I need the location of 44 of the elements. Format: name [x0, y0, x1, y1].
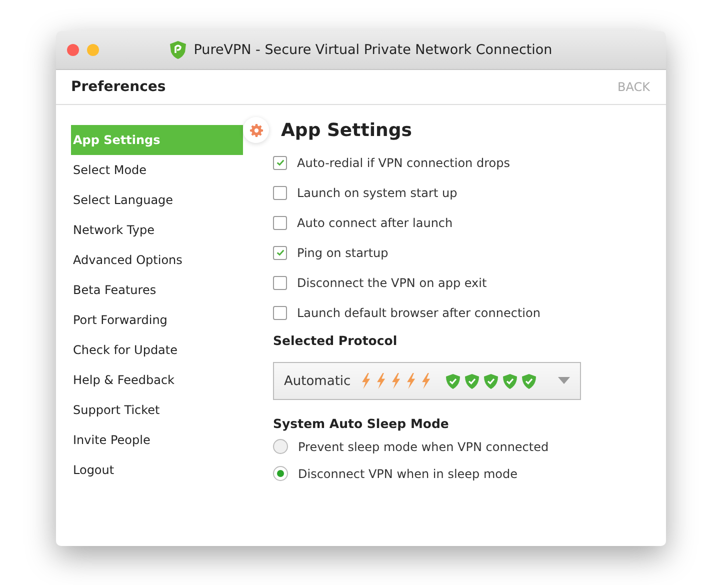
close-button[interactable] [67, 44, 79, 56]
checkbox[interactable] [273, 306, 287, 320]
option-label: Prevent sleep mode when VPN connected [298, 440, 549, 454]
shield-check-icon [465, 374, 479, 388]
checkbox[interactable] [273, 186, 287, 200]
section-heading: System Auto Sleep Mode [273, 416, 450, 431]
radio-button[interactable] [273, 466, 288, 481]
option-label: Auto connect after launch [297, 216, 453, 230]
sidebar-item[interactable]: Beta Features [71, 275, 243, 305]
shield-check-icon [446, 374, 460, 388]
checkbox[interactable] [273, 246, 287, 260]
option-label: Auto-redial if VPN connection drops [297, 156, 510, 170]
checkmark-icon [276, 158, 284, 167]
sidebar-item[interactable]: Select Mode [71, 155, 243, 185]
option-label: Disconnect the VPN on app exit [297, 276, 487, 290]
checkbox[interactable] [273, 216, 287, 230]
sidebar-item[interactable]: Help & Feedback [71, 365, 243, 395]
sidebar-item[interactable]: Invite People [71, 425, 243, 455]
option-label: Disconnect VPN when in sleep mode [298, 466, 518, 480]
section-heading: Selected Protocol [273, 333, 398, 348]
sidebar-item[interactable]: Logout [71, 455, 243, 485]
shield-check-icon [503, 374, 517, 388]
sidebar-item[interactable]: Port Forwarding [71, 305, 243, 335]
shield-check-icon [484, 374, 498, 388]
page-title: Preferences [71, 79, 166, 95]
checkbox[interactable] [273, 276, 287, 290]
option-label: Launch default browser after connection [297, 306, 540, 320]
window-title: PureVPN - Secure Virtual Private Network Connection [194, 42, 552, 58]
option-label: Launch on system start up [297, 186, 458, 200]
section-title: App Settings [281, 120, 412, 140]
sidebar-item[interactable]: Support Ticket [71, 395, 243, 425]
protocol-dropdown[interactable]: Automatic [273, 362, 581, 400]
gear-icon [243, 117, 269, 143]
shield-logo-icon [170, 41, 186, 59]
checkbox[interactable] [273, 156, 287, 170]
shield-check-icon [522, 374, 536, 388]
checkmark-icon [276, 248, 284, 257]
sidebar-item[interactable]: Select Language [71, 185, 243, 215]
option-label: Ping on startup [297, 246, 388, 260]
sidebar-item[interactable]: Network Type [71, 215, 243, 245]
radio-button[interactable] [273, 439, 288, 454]
sidebar-item[interactable]: Check for Update [71, 335, 243, 365]
caret-icon [558, 377, 570, 385]
sidebar-item[interactable]: Advanced Options [71, 245, 243, 275]
